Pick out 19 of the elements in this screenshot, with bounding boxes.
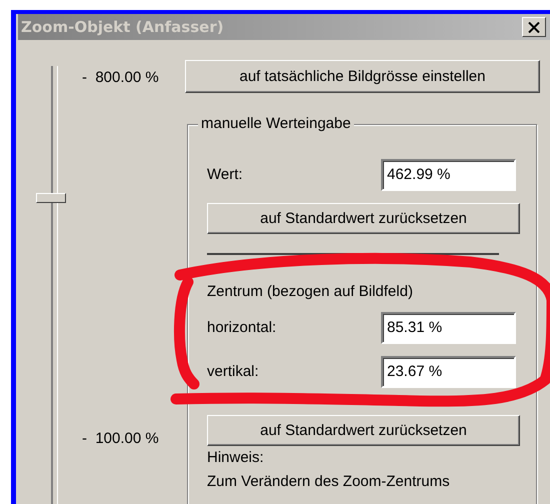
reset-button[interactable]: auf Standardwert zurücksetzen (207, 415, 520, 446)
close-icon (528, 22, 540, 32)
scale-label: - 800.00 % (82, 69, 159, 86)
section-heading: Zentrum (bezogen auf Bildfeld) (207, 283, 414, 300)
field-label: Wert: (207, 166, 243, 183)
scale-label: - 100.00 % (82, 430, 159, 447)
window-title: Zoom-Objekt (Anfasser) (21, 18, 224, 36)
close-button[interactable] (522, 17, 546, 37)
field-label: vertikal: (207, 363, 259, 380)
value-field[interactable]: 23.67 % (381, 356, 516, 388)
field-label: horizontal: (207, 319, 276, 336)
reset-button[interactable]: auf Standardwert zurücksetzen (207, 203, 520, 234)
value-field[interactable]: 462.99 % (381, 158, 516, 190)
value-field[interactable]: 85.31 % (381, 312, 516, 344)
hint-text: Zum Verändern des Zoom-Zentrums (207, 472, 451, 492)
slider-thumb[interactable] (36, 192, 66, 203)
group-legend: manuelle Werteingabe (198, 115, 354, 132)
actual-size-button[interactable]: auf tatsächliche Bildgrösse einstellen (185, 60, 540, 93)
hint-title: Hinweis: (207, 448, 265, 468)
